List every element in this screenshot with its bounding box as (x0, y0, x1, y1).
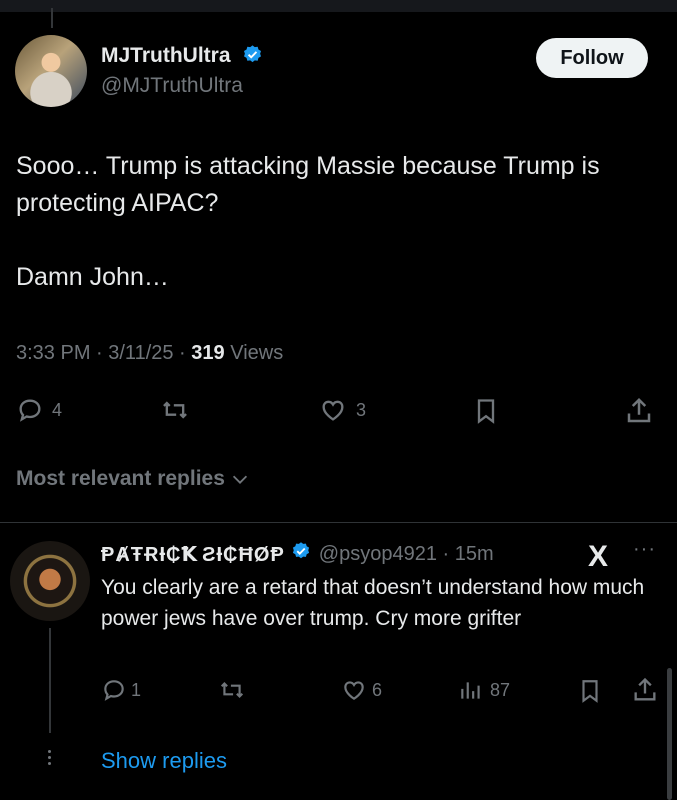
tweet-meta: 3:33 PM · 3/11/25 · 319 Views (16, 342, 283, 365)
author-handle[interactable]: @MJTruthUltra (101, 74, 243, 98)
tweet-text: Sooo… Trump is attacking Massie because … (16, 148, 656, 296)
retweet-button[interactable] (160, 396, 190, 424)
share-icon (627, 397, 651, 423)
reply-share-button[interactable] (631, 676, 659, 704)
reply-reply-button[interactable]: 1 (101, 677, 141, 703)
scrollbar[interactable] (667, 668, 672, 800)
like-icon (344, 681, 364, 700)
top-strip (0, 0, 677, 12)
like-icon (322, 400, 344, 421)
reply-views-count: 87 (490, 679, 511, 700)
divider (0, 522, 677, 523)
author-name[interactable]: MJTruthUltra (101, 44, 231, 67)
reply-text: You clearly are a retard that doesn’t un… (101, 576, 645, 630)
like-button[interactable]: 3 (318, 396, 366, 424)
more-icon[interactable]: ··· (633, 538, 656, 561)
replies-sort-dropdown[interactable]: Most relevant replies (16, 467, 251, 491)
reply-retweet-button[interactable] (218, 677, 246, 703)
thread-dots-icon (47, 750, 53, 768)
retweet-icon (163, 401, 187, 419)
like-count: 3 (356, 399, 367, 420)
reply-like-button[interactable]: 6 (340, 677, 382, 703)
tweet-text-line: Damn John… (16, 263, 169, 291)
timestamp[interactable]: 3:33 PM · 3/11/25 · (16, 342, 191, 364)
chevron-down-icon (232, 475, 247, 484)
reply-views-button[interactable]: 87 (458, 677, 510, 703)
verified-badge-icon (242, 44, 263, 71)
reply-like-count: 6 (372, 679, 383, 700)
share-icon (634, 677, 656, 701)
follow-button[interactable]: Follow (536, 38, 648, 78)
views-count: 319 (191, 342, 225, 364)
reply-avatar[interactable] (10, 541, 90, 621)
thread-line (49, 628, 51, 733)
show-replies-link[interactable]: Show replies (101, 748, 227, 774)
reply-header: ⱣȺŦɌƗ₵Ꝁ ƧƗ₵ĦØⱣ @psyop4921 · 15m (101, 541, 494, 567)
reply-icon (104, 680, 124, 701)
reply-button[interactable]: 4 (16, 396, 62, 424)
reply-author-name[interactable]: ⱣȺŦɌƗ₵Ꝁ ƧƗ₵ĦØⱣ (101, 542, 285, 567)
bookmark-icon (477, 399, 495, 424)
reply-author-handle[interactable]: @psyop4921 · 15m (319, 543, 494, 566)
reply-icon (19, 399, 41, 422)
reply-reply-count: 1 (131, 679, 142, 700)
author-name-row[interactable]: MJTruthUltra (101, 44, 263, 71)
thread-connector-top (51, 8, 53, 28)
share-button[interactable] (624, 396, 654, 426)
views-label: Views (224, 342, 284, 364)
avatar[interactable] (15, 35, 87, 107)
reply-bookmark-button[interactable] (577, 677, 603, 705)
bookmark-button[interactable] (472, 396, 500, 426)
tweet-text-line: Sooo… Trump is attacking Massie because … (16, 152, 600, 217)
verified-badge-icon (291, 541, 311, 567)
views-icon (461, 682, 480, 699)
replies-sort-label: Most relevant replies (16, 467, 225, 490)
reply-count: 4 (52, 399, 63, 420)
bookmark-icon (582, 680, 598, 703)
retweet-icon (220, 681, 244, 699)
x-logo-icon: X (588, 540, 609, 573)
